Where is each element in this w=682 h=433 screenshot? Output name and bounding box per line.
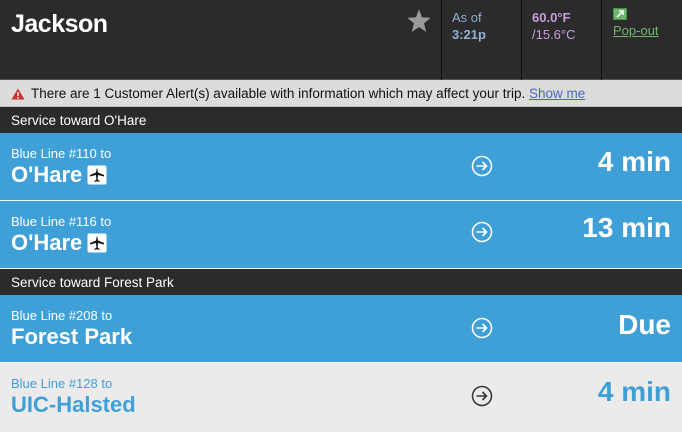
destination: Forest Park	[11, 324, 132, 350]
popout-panel: Pop-out	[601, 0, 682, 80]
arrival-row[interactable]: Blue Line #128 to UIC-Halsted 4 min	[0, 363, 682, 433]
train-line-label: Blue Line #128 to	[11, 376, 113, 391]
station-name: Jackson	[11, 10, 108, 38]
arrival-eta: 4 min	[597, 146, 671, 177]
destination-name: Forest Park	[11, 324, 133, 349]
arrow-right-icon	[471, 317, 493, 339]
train-line-label: Blue Line #208 to	[11, 308, 113, 323]
arrow-right-icon	[471, 155, 493, 177]
destination-name: UIC-Halsted	[11, 392, 136, 417]
arrow-right-icon	[471, 385, 493, 407]
station-header: Jackson As of 3:21p 60.0°F /15.6°C Pop-o…	[0, 0, 682, 80]
arrival-row[interactable]: Blue Line #116 to O'Hare 13 min	[0, 201, 682, 269]
section-header-forest-park: Service toward Forest Park	[0, 269, 682, 295]
alert-text: There are 1 Customer Alert(s) available …	[31, 86, 526, 101]
last-updated-panel: As of 3:21p	[441, 0, 521, 80]
show-me-link[interactable]: Show me	[529, 86, 585, 101]
destination: O'Hare	[11, 162, 107, 188]
external-link-icon[interactable]	[613, 8, 627, 20]
destination-name: O'Hare	[11, 162, 83, 187]
arrival-row[interactable]: Blue Line #110 to O'Hare 4 min	[0, 133, 682, 201]
train-line-label: Blue Line #110 to	[11, 146, 112, 161]
arrival-eta: 13 min	[582, 212, 671, 243]
train-line-label: Blue Line #116 to	[11, 214, 112, 229]
arrival-eta: 4 min	[597, 376, 671, 407]
weather-panel: 60.0°F /15.6°C	[521, 0, 601, 80]
as-of-label: As of	[452, 10, 482, 25]
temperature-celsius: /15.6°C	[532, 27, 576, 42]
destination-name: O'Hare	[11, 230, 83, 255]
temperature-fahrenheit: 60.0°F	[532, 10, 571, 25]
arrival-eta: Due	[618, 309, 671, 340]
arrival-row[interactable]: Blue Line #208 to Forest Park Due	[0, 295, 682, 363]
popout-link[interactable]: Pop-out	[613, 23, 659, 38]
customer-alert-bar: There are 1 Customer Alert(s) available …	[0, 80, 682, 107]
airport-icon	[87, 233, 107, 253]
alert-message: There are 1 Customer Alert(s) available …	[31, 86, 585, 101]
destination: O'Hare	[11, 230, 107, 256]
airport-icon	[87, 165, 107, 185]
arrow-right-icon	[471, 221, 493, 243]
destination: UIC-Halsted	[11, 392, 136, 418]
star-icon[interactable]	[405, 7, 433, 35]
warning-icon	[11, 88, 25, 100]
section-header-ohare: Service toward O'Hare	[0, 107, 682, 133]
as-of-time: 3:21p	[452, 27, 486, 42]
